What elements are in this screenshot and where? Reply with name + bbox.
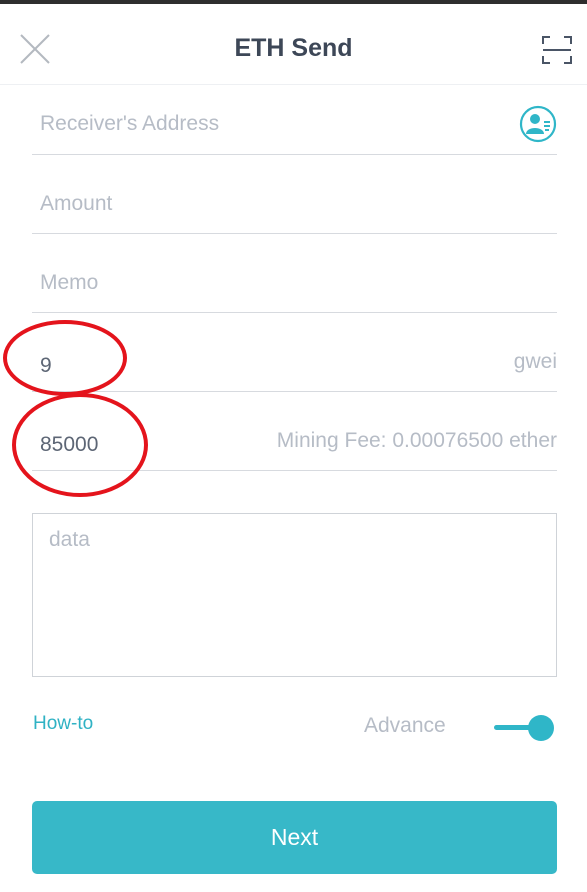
advance-label: Advance [364, 714, 446, 737]
contact-book-icon [519, 105, 557, 143]
amount-field [32, 174, 557, 234]
memo-input[interactable] [40, 253, 480, 312]
contact-book-button[interactable] [519, 105, 557, 143]
next-button[interactable]: Next [32, 801, 557, 874]
page-title: ETH Send [234, 34, 353, 62]
advance-toggle[interactable] [492, 712, 558, 744]
how-to-link[interactable]: How-to [33, 713, 93, 735]
amount-input[interactable] [40, 174, 480, 233]
receiver-address-input[interactable] [40, 94, 480, 154]
scan-icon [542, 36, 572, 64]
mining-fee-text: Mining Fee: 0.00076500 ether [276, 429, 557, 452]
header: ETH Send [0, 4, 587, 85]
memo-field [32, 253, 557, 313]
toggle-knob [528, 715, 554, 741]
scan-button[interactable] [541, 34, 573, 66]
annotation-circle [12, 393, 148, 497]
data-field [32, 513, 557, 677]
gas-price-unit: gwei [513, 350, 557, 373]
data-input[interactable] [33, 514, 556, 676]
annotation-circle [3, 320, 127, 396]
receiver-address-field [32, 94, 557, 155]
